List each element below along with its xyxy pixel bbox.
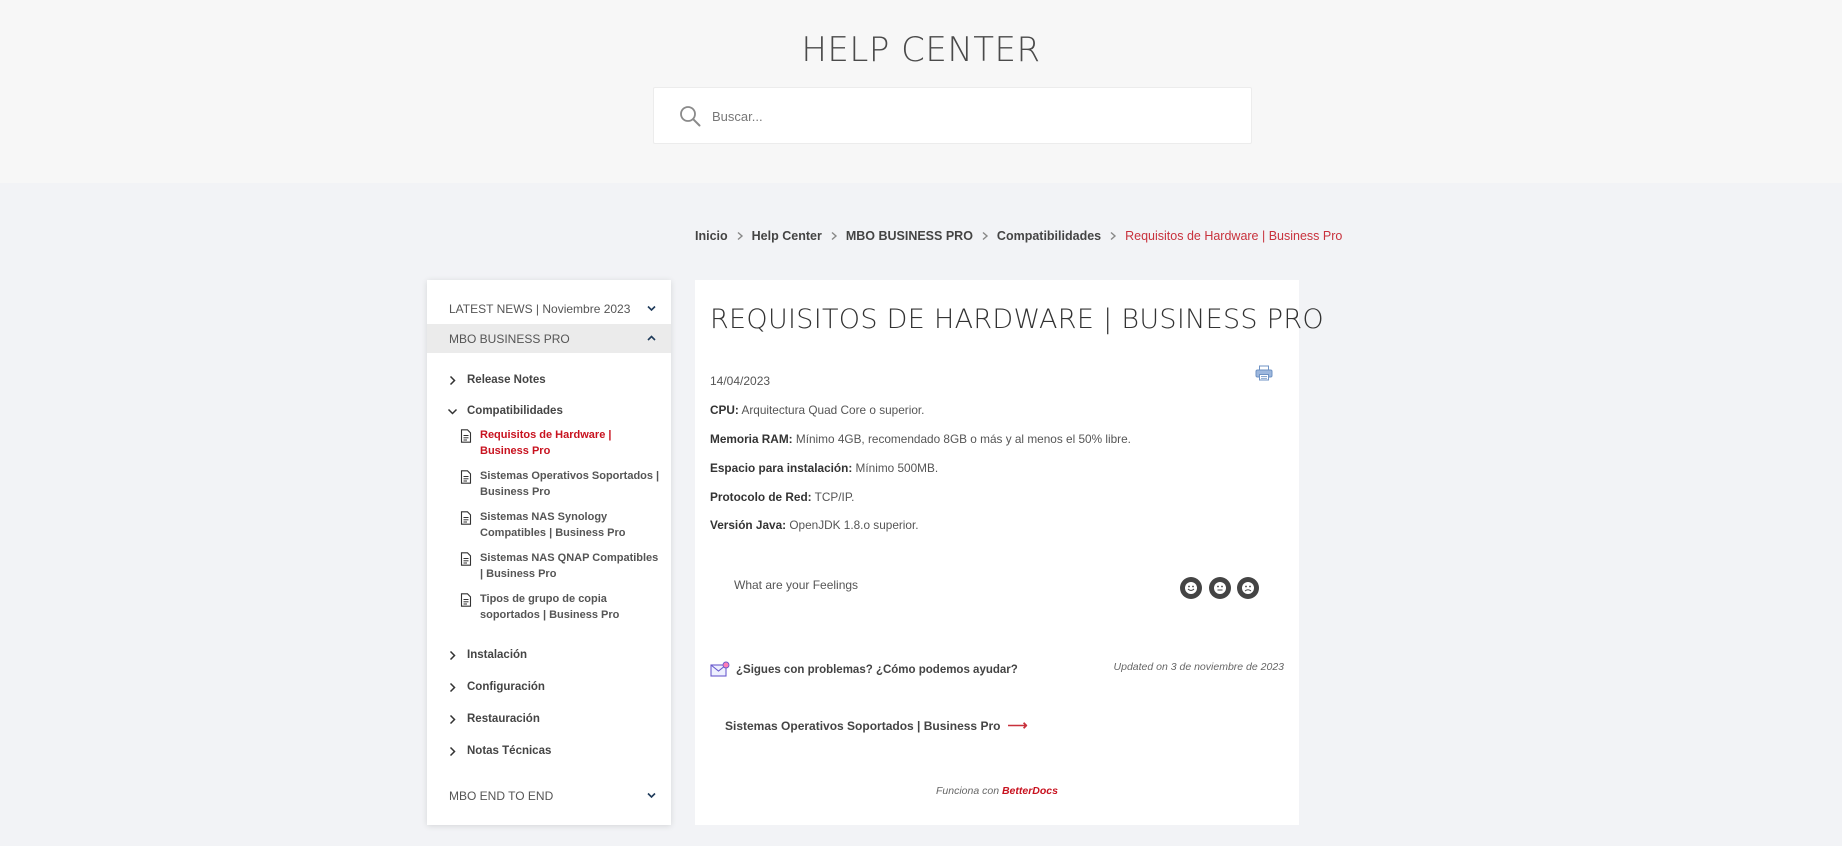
chevron-right-icon <box>737 231 743 241</box>
chevron-right-icon <box>449 375 456 385</box>
betterdocs-link[interactable]: BetterDocs <box>1002 785 1058 797</box>
powered-by: Funciona con BetterDocs <box>695 785 1299 797</box>
sidebar-item-release-notes[interactable]: Release Notes <box>447 374 546 386</box>
help-text: ¿Sigues con problemas? ¿Cómo podemos ayu… <box>736 663 1018 676</box>
spec-value: OpenJDK 1.8.o superior. <box>789 518 919 532</box>
document-icon <box>460 511 472 525</box>
sidebar-doc-nas-qnap[interactable]: Sistemas NAS QNAP Compatibles | Business… <box>460 550 660 582</box>
help-envelope-icon <box>710 661 730 677</box>
breadcrumb-mbo-business-pro[interactable]: MBO BUSINESS PRO <box>846 229 973 243</box>
spec-value: Mínimo 4GB, recomendado 8GB o más y al m… <box>795 432 1131 446</box>
document-icon <box>460 552 472 566</box>
sidebar-doc-tipos-grupo-copia[interactable]: Tipos de grupo de copia soportados | Bus… <box>460 591 660 623</box>
sidebar-doc-nas-synology[interactable]: Sistemas NAS Synology Compatibles | Busi… <box>460 509 660 541</box>
chevron-up-icon <box>647 335 656 341</box>
search-input[interactable] <box>712 102 1232 130</box>
sidebar-doc-label: Tipos de grupo de copia soportados | Bus… <box>480 593 620 621</box>
chevron-right-icon <box>449 714 456 724</box>
chevron-down-icon <box>647 792 656 799</box>
spec-label: Versión Java: <box>710 518 787 532</box>
sidebar-item-restauracion[interactable]: Restauración <box>447 713 540 725</box>
spec-java: Versión Java: OpenJDK 1.8.o superior. <box>710 518 919 532</box>
search-icon <box>680 106 701 127</box>
chevron-right-icon <box>982 231 988 241</box>
article-title: REQUISITOS DE HARDWARE | BUSINESS PRO <box>710 304 1324 335</box>
next-article-label: Sistemas Operativos Soportados | Busines… <box>725 718 1001 733</box>
sidebar-doc-label: Sistemas NAS QNAP Compatibles | Business… <box>480 552 659 580</box>
category-label: MBO BUSINESS PRO <box>449 331 570 346</box>
article-panel: REQUISITOS DE HARDWARE | BUSINESS PRO 14… <box>695 280 1324 825</box>
breadcrumb-current: Requisitos de Hardware | Business Pro <box>1125 229 1343 243</box>
spec-label: Espacio para instalación: <box>710 461 853 475</box>
sidebar-item-label: Release Notes <box>467 374 546 386</box>
category-label: MBO END TO END <box>449 788 554 803</box>
sidebar-category-mbo-end-to-end[interactable]: MBO END TO END <box>427 781 671 810</box>
sidebar-item-configuracion[interactable]: Configuración <box>447 681 545 693</box>
sidebar-item-label: Notas Técnicas <box>467 745 552 757</box>
sidebar-item-compatibilidades[interactable]: Compatibilidades <box>447 405 563 417</box>
happy-face-icon[interactable] <box>1180 577 1202 599</box>
spec-label: Protocolo de Red: <box>710 490 812 504</box>
chevron-down-icon <box>447 408 458 415</box>
spec-label: CPU: <box>710 403 739 417</box>
next-article-link[interactable]: Sistemas Operativos Soportados | Busines… <box>725 717 1028 734</box>
breadcrumb-compatibilidades[interactable]: Compatibilidades <box>997 229 1101 243</box>
category-label: LATEST NEWS | Noviembre 2023 <box>449 301 631 316</box>
breadcrumb-help-center[interactable]: Help Center <box>752 229 822 243</box>
chevron-right-icon <box>449 650 456 660</box>
sidebar-doc-label: Requisitos de Hardware | Business Pro <box>480 429 612 457</box>
feelings-prompt: What are your Feelings <box>734 578 859 592</box>
breadcrumb: Inicio Help Center MBO BUSINESS PRO Comp… <box>695 229 1342 243</box>
document-icon <box>460 470 472 484</box>
sad-face-icon[interactable] <box>1237 577 1259 599</box>
neutral-face-icon[interactable] <box>1209 577 1231 599</box>
print-icon[interactable] <box>1255 365 1273 381</box>
sidebar-item-instalacion[interactable]: Instalación <box>447 649 527 661</box>
spec-espacio: Espacio para instalación: Mínimo 500MB. <box>710 461 938 475</box>
search-box[interactable] <box>653 87 1252 144</box>
powered-prefix: Funciona con <box>936 785 1000 797</box>
spec-protocolo: Protocolo de Red: TCP/IP. <box>710 490 854 504</box>
help-contact-link[interactable]: ¿Sigues con problemas? ¿Cómo podemos ayu… <box>710 661 1018 678</box>
sidebar-category-mbo-business-pro[interactable]: MBO BUSINESS PRO <box>427 324 671 353</box>
updated-date: Updated on 3 de noviembre de 2023 <box>1113 661 1284 673</box>
sidebar-item-label: Compatibilidades <box>467 405 563 417</box>
breadcrumb-home[interactable]: Inicio <box>695 229 728 243</box>
chevron-right-icon <box>831 231 837 241</box>
sidebar-doc-label: Sistemas Operativos Soportados | Busines… <box>480 470 660 498</box>
spec-value: TCP/IP. <box>814 490 855 504</box>
spec-ram: Memoria RAM: Mínimo 4GB, recomendado 8GB… <box>710 432 1131 446</box>
spec-cpu: CPU: Arquitectura Quad Core o superior. <box>710 403 924 417</box>
arrow-right-icon: ⟶ <box>1007 717 1028 733</box>
page-title: HELP CENTER <box>801 30 1041 70</box>
sidebar-item-label: Configuración <box>467 681 545 693</box>
spec-label: Memoria RAM: <box>710 432 793 446</box>
article-date: 14/04/2023 <box>710 374 771 388</box>
sidebar: LATEST NEWS | Noviembre 2023 MBO BUSINES… <box>427 280 671 825</box>
document-icon <box>460 593 472 607</box>
sidebar-item-label: Instalación <box>467 649 528 661</box>
document-icon <box>460 429 472 443</box>
sidebar-item-notas-tecnicas[interactable]: Notas Técnicas <box>447 745 551 757</box>
chevron-right-icon <box>449 746 456 756</box>
spec-value: Arquitectura Quad Core o superior. <box>741 403 925 417</box>
spec-value: Mínimo 500MB. <box>855 461 939 475</box>
sidebar-category-latest-news[interactable]: LATEST NEWS | Noviembre 2023 <box>427 294 671 323</box>
sidebar-item-label: Restauración <box>467 713 540 725</box>
sidebar-doc-label: Sistemas NAS Synology Compatibles | Busi… <box>480 511 626 539</box>
chevron-right-icon <box>449 682 456 692</box>
sidebar-doc-sistemas-operativos[interactable]: Sistemas Operativos Soportados | Busines… <box>460 468 660 500</box>
hero-section: HELP CENTER <box>0 0 1842 183</box>
sidebar-doc-requisitos-hardware[interactable]: Requisitos de Hardware | Business Pro <box>460 427 660 459</box>
chevron-right-icon <box>1110 231 1117 241</box>
chevron-down-icon <box>647 305 656 312</box>
